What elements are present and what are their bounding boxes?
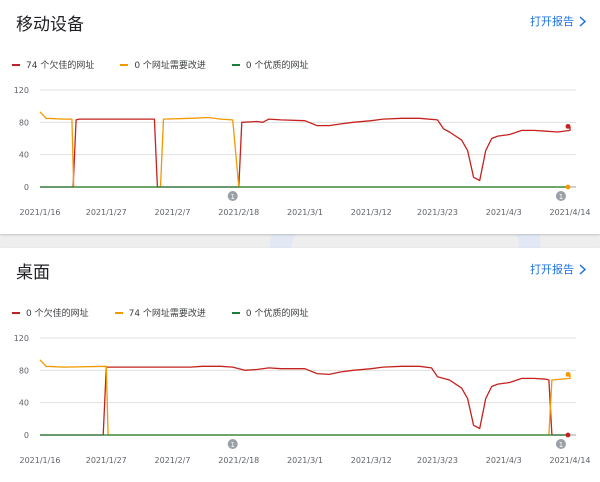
series-line	[39, 111, 570, 188]
x-tick-label: 2021/2/18	[218, 208, 259, 217]
x-tick-label: 2021/3/1	[287, 456, 323, 465]
y-tick-label: 40	[19, 151, 29, 160]
legend-label: 0 个优质的网址	[245, 61, 309, 71]
x-tick-label: 2021/3/12	[351, 208, 392, 217]
series-end-dot	[565, 432, 571, 438]
series-line	[39, 359, 571, 436]
chart-legend: 74 个欠佳的网址 0 个网址需要改进 0 个优质的网址	[12, 58, 335, 71]
y-tick-label: 0	[24, 431, 29, 440]
x-tick-label: 2021/4/14	[549, 456, 590, 465]
legend-label: 0 个网址需要改进	[134, 61, 206, 71]
legend-item-needs-improvement[interactable]: 74 个网址需要改进	[114, 306, 206, 319]
x-tick-label: 2021/3/23	[417, 208, 458, 217]
series-end-dot	[565, 184, 571, 190]
card-title: 移动设备	[16, 15, 84, 35]
legend-label: 74 个网址需要改进	[128, 309, 206, 319]
chevron-right-icon	[579, 15, 586, 27]
chevron-right-icon	[579, 263, 586, 275]
legend-swatch	[120, 63, 129, 66]
desktop-card: 桌面 打开报告 0 个欠佳的网址 74 个网址需要改进 0 个优质的网址 0 40…	[0, 248, 600, 482]
x-tick-label: 2021/3/12	[351, 456, 392, 465]
mobile-line-chart: 0 40 80 120 2021/1/16 2021/1/27 2021/2/7 2021/2…	[14, 86, 591, 217]
legend-swatch	[114, 311, 123, 314]
open-report-label: 打开报告	[530, 15, 574, 28]
legend-label: 0 个欠佳的网址	[26, 309, 89, 319]
legend-label: 0 个优质的网址	[245, 309, 309, 319]
y-tick-label: 80	[19, 118, 29, 127]
legend-swatch	[231, 63, 240, 66]
y-tick-label: 40	[19, 399, 29, 408]
legend-item-good[interactable]: 0 个优质的网址	[231, 58, 309, 71]
x-tick-label: 2021/2/7	[155, 456, 191, 465]
x-tick-label: 2021/1/27	[86, 208, 127, 217]
annotation-label: 1	[230, 193, 234, 201]
y-tick-label: 80	[19, 366, 29, 375]
series-line	[40, 117, 571, 188]
x-tick-label: 2021/4/3	[486, 456, 522, 465]
legend-swatch	[12, 63, 20, 66]
x-tick-label: 2021/1/16	[19, 208, 60, 217]
legend-item-good[interactable]: 0 个优质的网址	[231, 306, 309, 319]
y-tick-label: 120	[14, 334, 29, 343]
series-line	[40, 365, 570, 436]
x-tick-label: 2021/2/7	[155, 208, 191, 217]
series-end-dot	[565, 123, 571, 129]
open-report-link[interactable]: 打开报告	[530, 261, 586, 277]
legend-item-poor[interactable]: 0 个欠佳的网址	[12, 306, 89, 319]
x-tick-label: 2021/2/18	[218, 456, 259, 465]
x-tick-label: 2021/1/27	[86, 456, 127, 465]
card-title: 桌面	[16, 263, 50, 283]
y-tick-label: 120	[14, 86, 29, 95]
legend-label: 74 个欠佳的网址	[26, 61, 95, 71]
annotation-label: 1	[230, 441, 234, 449]
open-report-link[interactable]: 打开报告	[530, 13, 586, 29]
mobile-card: 移动设备 打开报告 74 个欠佳的网址 0 个网址需要改进 0 个优质的网址 0…	[0, 0, 600, 234]
chart-legend: 0 个欠佳的网址 74 个网址需要改进 0 个优质的网址	[12, 306, 335, 319]
annotation-label: 1	[559, 441, 563, 449]
desktop-line-chart: 0 40 80 120 2021/1/16 2021/1/27 2021/2/7 2021/2…	[14, 334, 591, 465]
legend-item-needs-improvement[interactable]: 0 个网址需要改进	[120, 58, 206, 71]
x-tick-label: 2021/4/14	[549, 208, 590, 217]
legend-swatch	[231, 311, 240, 314]
series-end-dot	[565, 371, 571, 377]
x-tick-label: 2021/3/1	[287, 208, 323, 217]
open-report-label: 打开报告	[530, 263, 574, 276]
annotation-label: 1	[559, 193, 563, 201]
x-tick-label: 2021/4/3	[486, 208, 522, 217]
legend-swatch	[12, 311, 20, 314]
legend-item-poor[interactable]: 74 个欠佳的网址	[12, 58, 94, 71]
y-tick-label: 0	[24, 183, 29, 192]
x-tick-label: 2021/1/16	[19, 456, 60, 465]
x-tick-label: 2021/3/23	[417, 456, 458, 465]
